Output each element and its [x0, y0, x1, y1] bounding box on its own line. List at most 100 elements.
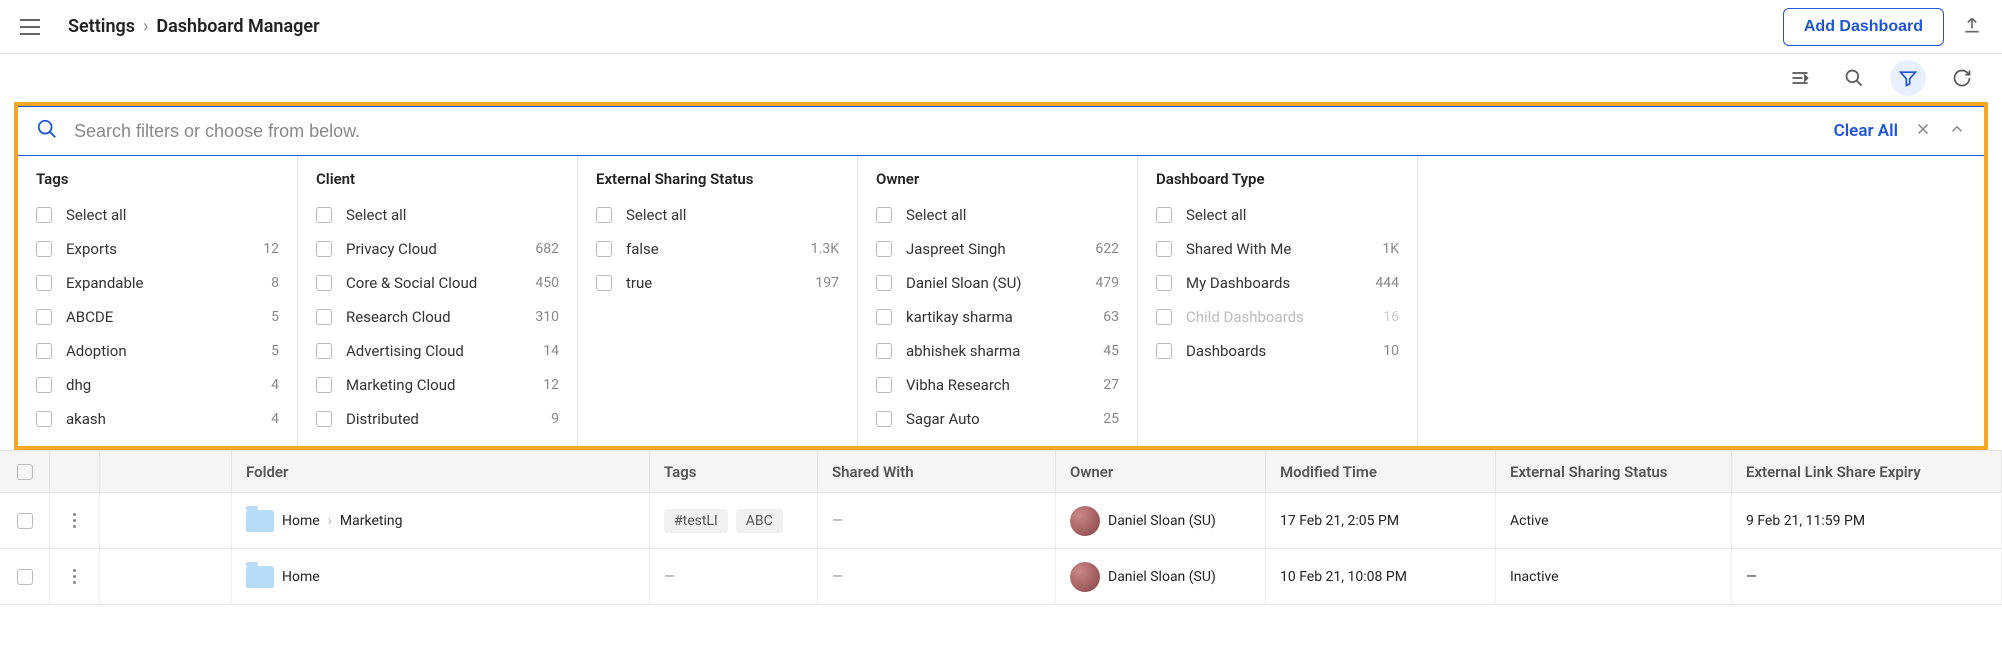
checkbox-icon[interactable] [36, 343, 52, 359]
search-icon[interactable] [1836, 60, 1872, 96]
checkbox-icon[interactable] [36, 377, 52, 393]
checkbox-icon[interactable] [316, 411, 332, 427]
checkbox-icon[interactable] [36, 241, 52, 257]
filter-option[interactable]: Privacy Cloud682 [298, 232, 577, 266]
checkbox-icon[interactable] [596, 241, 612, 257]
search-icon [36, 118, 58, 144]
filter-option[interactable]: Select all [858, 198, 1137, 232]
checkbox-icon[interactable] [596, 207, 612, 223]
filter-option[interactable]: false1.3K [578, 232, 857, 266]
toolbar [0, 54, 2002, 102]
checkbox-icon[interactable] [1156, 207, 1172, 223]
checkbox-icon[interactable] [316, 377, 332, 393]
filter-option[interactable]: abhishek sharma45 [858, 334, 1137, 368]
checkbox-icon[interactable] [316, 207, 332, 223]
table-row[interactable]: Home——Daniel Sloan (SU)10 Feb 21, 10:08 … [0, 549, 2002, 605]
hamburger-icon[interactable] [20, 19, 40, 35]
filter-option[interactable]: Marketing Cloud12 [298, 368, 577, 402]
checkbox-icon[interactable] [1156, 343, 1172, 359]
checkbox-icon[interactable] [316, 309, 332, 325]
checkbox-icon[interactable] [596, 275, 612, 291]
filter-option-count: 4 [271, 411, 279, 427]
select-all-checkbox[interactable] [17, 464, 33, 480]
close-icon[interactable] [1914, 120, 1932, 142]
tag-pill[interactable]: ABC [736, 509, 783, 533]
filter-option-count: 8 [271, 275, 279, 291]
filter-option[interactable]: Select all [578, 198, 857, 232]
checkbox-icon[interactable] [1156, 275, 1172, 291]
filter-option[interactable]: akash4 [18, 402, 297, 436]
filter-column: External Sharing StatusSelect allfalse1.… [578, 156, 858, 446]
checkbox-icon[interactable] [36, 309, 52, 325]
folder-crumb[interactable]: Marketing [340, 513, 403, 529]
breadcrumb-root[interactable]: Settings [68, 16, 135, 37]
filter-option-label: akash [66, 410, 271, 428]
external-status: Inactive [1510, 569, 1559, 585]
filter-option-label: Daniel Sloan (SU) [906, 274, 1095, 292]
filter-option[interactable]: Distributed9 [298, 402, 577, 436]
checkbox-icon[interactable] [316, 241, 332, 257]
checkbox-icon[interactable] [36, 275, 52, 291]
col-expiry[interactable]: External Link Share Expiry [1732, 451, 2002, 492]
checkbox-icon[interactable] [876, 275, 892, 291]
row-menu-button[interactable] [50, 493, 100, 548]
table-row[interactable]: Home›Marketing#testLIABC—Daniel Sloan (S… [0, 493, 2002, 549]
filter-option[interactable]: Select all [18, 198, 297, 232]
checkbox-icon[interactable] [36, 207, 52, 223]
filter-option[interactable]: Vibha Research27 [858, 368, 1137, 402]
filter-option[interactable]: dhg4 [18, 368, 297, 402]
filter-option[interactable]: Sagar Auto25 [858, 402, 1137, 436]
filter-option[interactable]: Jaspreet Singh622 [858, 232, 1137, 266]
checkbox-icon[interactable] [876, 343, 892, 359]
filter-option-count: 622 [1095, 241, 1119, 257]
col-external-status[interactable]: External Sharing Status [1496, 451, 1732, 492]
checkbox-icon[interactable] [876, 411, 892, 427]
filter-option[interactable]: Daniel Sloan (SU)479 [858, 266, 1137, 300]
checkbox-icon[interactable] [876, 241, 892, 257]
filter-icon[interactable] [1890, 60, 1926, 96]
filter-option[interactable]: My Dashboards444 [1138, 266, 1417, 300]
filter-option-count: 10 [1383, 343, 1399, 359]
filter-option[interactable]: Adoption5 [18, 334, 297, 368]
col-tags[interactable]: Tags [650, 451, 818, 492]
checkbox-icon[interactable] [876, 207, 892, 223]
export-icon[interactable] [1962, 15, 1982, 39]
checkbox-icon[interactable] [316, 275, 332, 291]
col-owner[interactable]: Owner [1056, 451, 1266, 492]
indent-icon[interactable] [1782, 60, 1818, 96]
refresh-icon[interactable] [1944, 60, 1980, 96]
filter-option[interactable]: Shared With Me1K [1138, 232, 1417, 266]
filter-option[interactable]: Research Cloud310 [298, 300, 577, 334]
checkbox-icon[interactable] [876, 309, 892, 325]
filter-option[interactable]: ABCDE5 [18, 300, 297, 334]
checkbox-icon[interactable] [316, 343, 332, 359]
filter-search-input[interactable] [74, 121, 1818, 142]
row-checkbox[interactable] [17, 569, 33, 585]
filter-option[interactable]: true197 [578, 266, 857, 300]
checkbox-icon[interactable] [876, 377, 892, 393]
row-checkbox[interactable] [17, 513, 33, 529]
folder-crumb[interactable]: Home [282, 569, 320, 585]
filter-column-title: Tags [18, 170, 297, 198]
filter-option[interactable]: Select all [1138, 198, 1417, 232]
filter-option[interactable]: Dashboards10 [1138, 334, 1417, 368]
filter-option[interactable]: kartikay sharma63 [858, 300, 1137, 334]
filter-option[interactable]: Expandable8 [18, 266, 297, 300]
col-shared[interactable]: Shared With [818, 451, 1056, 492]
tag-pill[interactable]: #testLI [664, 509, 728, 533]
filter-option-label: kartikay sharma [906, 308, 1103, 326]
chevron-up-icon[interactable] [1948, 120, 1966, 142]
col-folder[interactable]: Folder [232, 451, 650, 492]
filter-option[interactable]: Exports12 [18, 232, 297, 266]
clear-all-button[interactable]: Clear All [1834, 121, 1898, 141]
folder-crumb[interactable]: Home [282, 513, 320, 529]
col-modified[interactable]: Modified Time [1266, 451, 1496, 492]
filter-option[interactable]: Core & Social Cloud450 [298, 266, 577, 300]
row-menu-button[interactable] [50, 549, 100, 604]
checkbox-icon[interactable] [36, 411, 52, 427]
filter-option-label: Select all [1186, 206, 1399, 224]
filter-option[interactable]: Select all [298, 198, 577, 232]
checkbox-icon[interactable] [1156, 241, 1172, 257]
add-dashboard-button[interactable]: Add Dashboard [1783, 8, 1944, 46]
filter-option[interactable]: Advertising Cloud14 [298, 334, 577, 368]
